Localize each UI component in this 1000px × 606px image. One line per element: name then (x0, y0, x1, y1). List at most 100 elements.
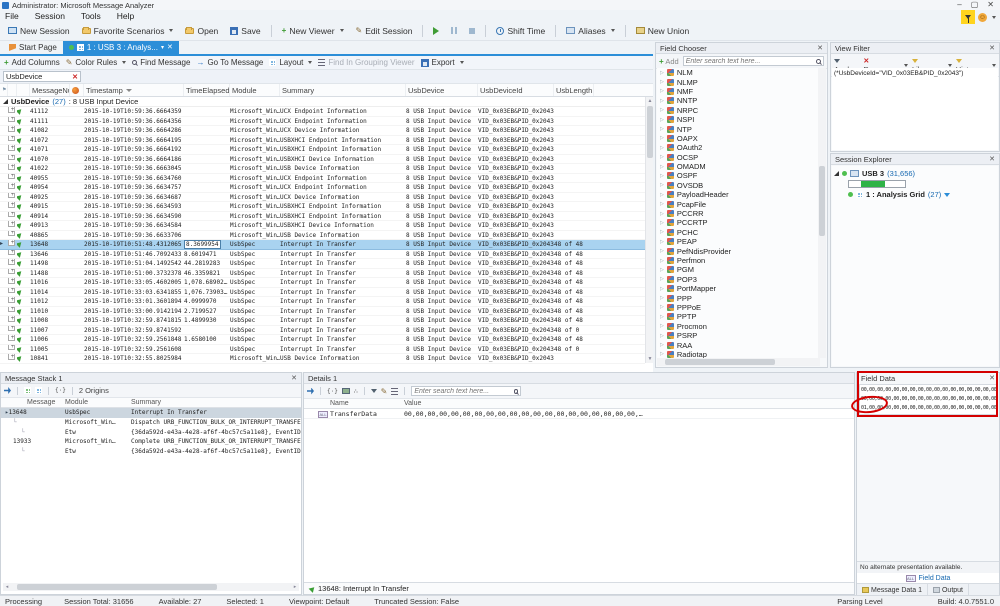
expand-arrow-icon[interactable]: ▷ (660, 333, 664, 339)
stop-button[interactable] (465, 26, 479, 36)
expand-arrow-icon[interactable]: ▷ (660, 323, 664, 329)
field-chooser-item[interactable]: ▷ OSPF (657, 171, 819, 180)
table-row[interactable]: 40915 2015-10-19T10:59:36.6634593 Microsof… (0, 202, 645, 212)
details-search[interactable] (411, 386, 522, 396)
go-to-message-button[interactable]: → Go To Message (196, 58, 263, 67)
expand-plus-icon[interactable] (8, 297, 17, 306)
field-chooser-item[interactable]: ▷ NTP (657, 124, 819, 134)
pin-icon[interactable] (4, 387, 11, 394)
new-union-button[interactable]: New Union (632, 24, 694, 38)
table-row[interactable]: 11012 2015-10-19T10:33:01.36018944.099997… (0, 297, 645, 307)
minimize-icon[interactable]: – (957, 0, 961, 10)
session-tree-item[interactable]: USB 3 (31,656) (834, 169, 996, 178)
expand-arrow-icon[interactable]: ▷ (660, 145, 664, 151)
tab-dropdown-icon[interactable]: ▾ (161, 44, 164, 51)
field-chooser-item[interactable]: ▷ PPP (657, 293, 819, 303)
layout-button[interactable]: Layout (269, 58, 313, 67)
feedback-dropdown-icon[interactable] (992, 15, 996, 19)
table-row[interactable]: 40913 2015-10-19T10:59:36.6634584 Microsof… (0, 221, 645, 231)
expand-arrow-icon[interactable]: ▷ (660, 173, 664, 179)
open-button[interactable]: Open (181, 24, 222, 38)
details-filter-icon[interactable] (370, 389, 377, 393)
expand-arrow-icon[interactable]: ▷ (660, 267, 664, 273)
add-field-button[interactable]: + Add (659, 57, 679, 66)
field-chooser-item[interactable]: ▷ NMF (657, 87, 819, 96)
table-row[interactable]: 11016 2015-10-19T10:33:05.46020051,078.68… (0, 278, 645, 288)
table-row[interactable]: 40925 2015-10-19T10:59:36.6634687 Microsof… (0, 192, 645, 202)
field-chooser-item[interactable]: ▷ OCSP (657, 153, 819, 162)
expand-plus-icon[interactable] (8, 107, 17, 116)
expand-arrow-icon[interactable]: ▷ (660, 295, 664, 301)
field-chooser-item[interactable]: ▷ NSPI (657, 115, 819, 124)
field-chooser-item[interactable]: ▷ NRPC (657, 106, 819, 115)
field-chooser-item[interactable]: ▷ PefNdisProvider (657, 246, 819, 256)
stack-view-icon[interactable] (24, 387, 31, 394)
group-collapse-icon[interactable] (3, 99, 8, 104)
details-column-name[interactable]: Name (304, 400, 404, 407)
expand-plus-icon[interactable] (8, 249, 17, 259)
column-timestamp[interactable]: Timestamp (84, 84, 184, 96)
grid-vertical-scrollbar[interactable]: ▲ ▼ (645, 97, 653, 363)
view-tree-item[interactable]: 1 : Analysis Grid (27) (834, 190, 996, 199)
field-chooser-item[interactable]: ▷ OMADM (657, 162, 819, 171)
field-chooser-item[interactable]: ▷ OAuth2 (657, 143, 819, 152)
close-icon[interactable]: ✕ (989, 374, 995, 383)
expand-arrow-icon[interactable]: ▷ (660, 314, 664, 320)
expander-column-header[interactable] (8, 84, 17, 96)
stack-row[interactable]: └ Microsoft_Win… Dispatch URB_FUNCTION_BUL… (1, 418, 301, 428)
expand-plus-icon[interactable] (8, 230, 17, 240)
close-icon[interactable]: ✕ (291, 374, 297, 383)
expand-arrow-icon[interactable]: ▷ (660, 70, 664, 76)
table-row[interactable]: 41082 2015-10-19T10:59:36.6664286 Microsof… (0, 126, 645, 136)
details-column-value[interactable]: Value (404, 400, 854, 407)
field-chooser-search[interactable] (682, 56, 824, 66)
expand-plus-icon[interactable] (8, 135, 17, 145)
close-icon[interactable]: ✕ (989, 155, 995, 164)
expand-arrow-icon[interactable]: ▷ (660, 304, 664, 310)
details-row[interactable]: ALL TransferData 00,00,00,00,00,00,00,00,0… (304, 409, 854, 419)
expand-plus-icon[interactable] (8, 154, 17, 164)
table-row[interactable]: 11008 2015-10-19T10:32:59.87418151.489993… (0, 316, 645, 326)
expand-plus-icon[interactable] (8, 306, 17, 316)
column-filter-input[interactable]: UsbDevice ✕ (3, 71, 81, 82)
table-row[interactable]: 40865 2015-10-19T10:59:36.6633706 Microsof… (0, 230, 645, 240)
color-rules-button[interactable]: ✎ Color Rules (66, 58, 127, 67)
field-chooser-item[interactable]: ▷ PGM (657, 265, 819, 274)
start-button[interactable] (429, 25, 443, 37)
menu-help[interactable]: Help (117, 11, 134, 21)
expand-plus-icon[interactable] (8, 259, 17, 268)
tree-expand-icon[interactable] (834, 171, 839, 176)
close-icon[interactable]: ✕ (987, 0, 994, 10)
column-usb-device-id[interactable]: UsbDeviceId (478, 84, 554, 96)
field-chooser-item[interactable]: ▷ Radiotap (657, 350, 819, 358)
field-chooser-item[interactable]: ▷ Perfmon (657, 256, 819, 265)
expand-arrow-icon[interactable]: ▷ (660, 276, 664, 282)
library-dropdown-icon[interactable] (947, 63, 952, 67)
expand-plus-icon[interactable] (8, 164, 17, 173)
field-data-tab[interactable]: ALL Field Data (857, 573, 999, 584)
field-chooser-item[interactable]: ▷ OVSDB (657, 181, 819, 190)
field-chooser-item[interactable]: ▷ PCHC (657, 228, 819, 237)
expand-arrow-icon[interactable]: ▷ (660, 239, 664, 245)
edit-session-button[interactable]: ✎ Edit Session (352, 24, 417, 38)
image-view-icon[interactable] (341, 388, 350, 394)
stack-row[interactable]: 13933 Microsoft_Win… Complete URB_FUNCTION… (1, 437, 301, 447)
field-chooser-vertical-scrollbar[interactable] (818, 68, 826, 358)
find-message-button[interactable]: Find Message (132, 58, 190, 67)
column-time-elapsed[interactable]: TimeElapsed (184, 84, 230, 96)
expand-arrow-icon[interactable]: ▷ (660, 79, 664, 85)
column-summary[interactable]: Summary (280, 84, 406, 96)
close-icon[interactable]: ✕ (989, 44, 995, 53)
add-columns-button[interactable]: + Add Columns (4, 58, 60, 67)
message-stack-horizontal-scrollbar[interactable]: ◂ ▸ (3, 583, 299, 591)
stack-column-module[interactable]: Module (65, 399, 131, 406)
table-row[interactable]: 41071 2015-10-19T10:59:36.6664192 Microsof… (0, 145, 645, 155)
stack-row[interactable]: └ Etw {36da592d-e43a-4e28-af6f-4bc57c5a11e… (1, 447, 301, 457)
expand-plus-icon[interactable] (8, 202, 17, 211)
expand-plus-icon[interactable] (8, 183, 17, 192)
expand-plus-icon[interactable] (8, 126, 17, 135)
expand-arrow-icon[interactable]: ▷ (660, 107, 664, 113)
shift-time-button[interactable]: Shift Time (492, 24, 549, 38)
braces-icon[interactable]: {·} (327, 388, 338, 395)
details-search-input[interactable] (414, 387, 512, 395)
